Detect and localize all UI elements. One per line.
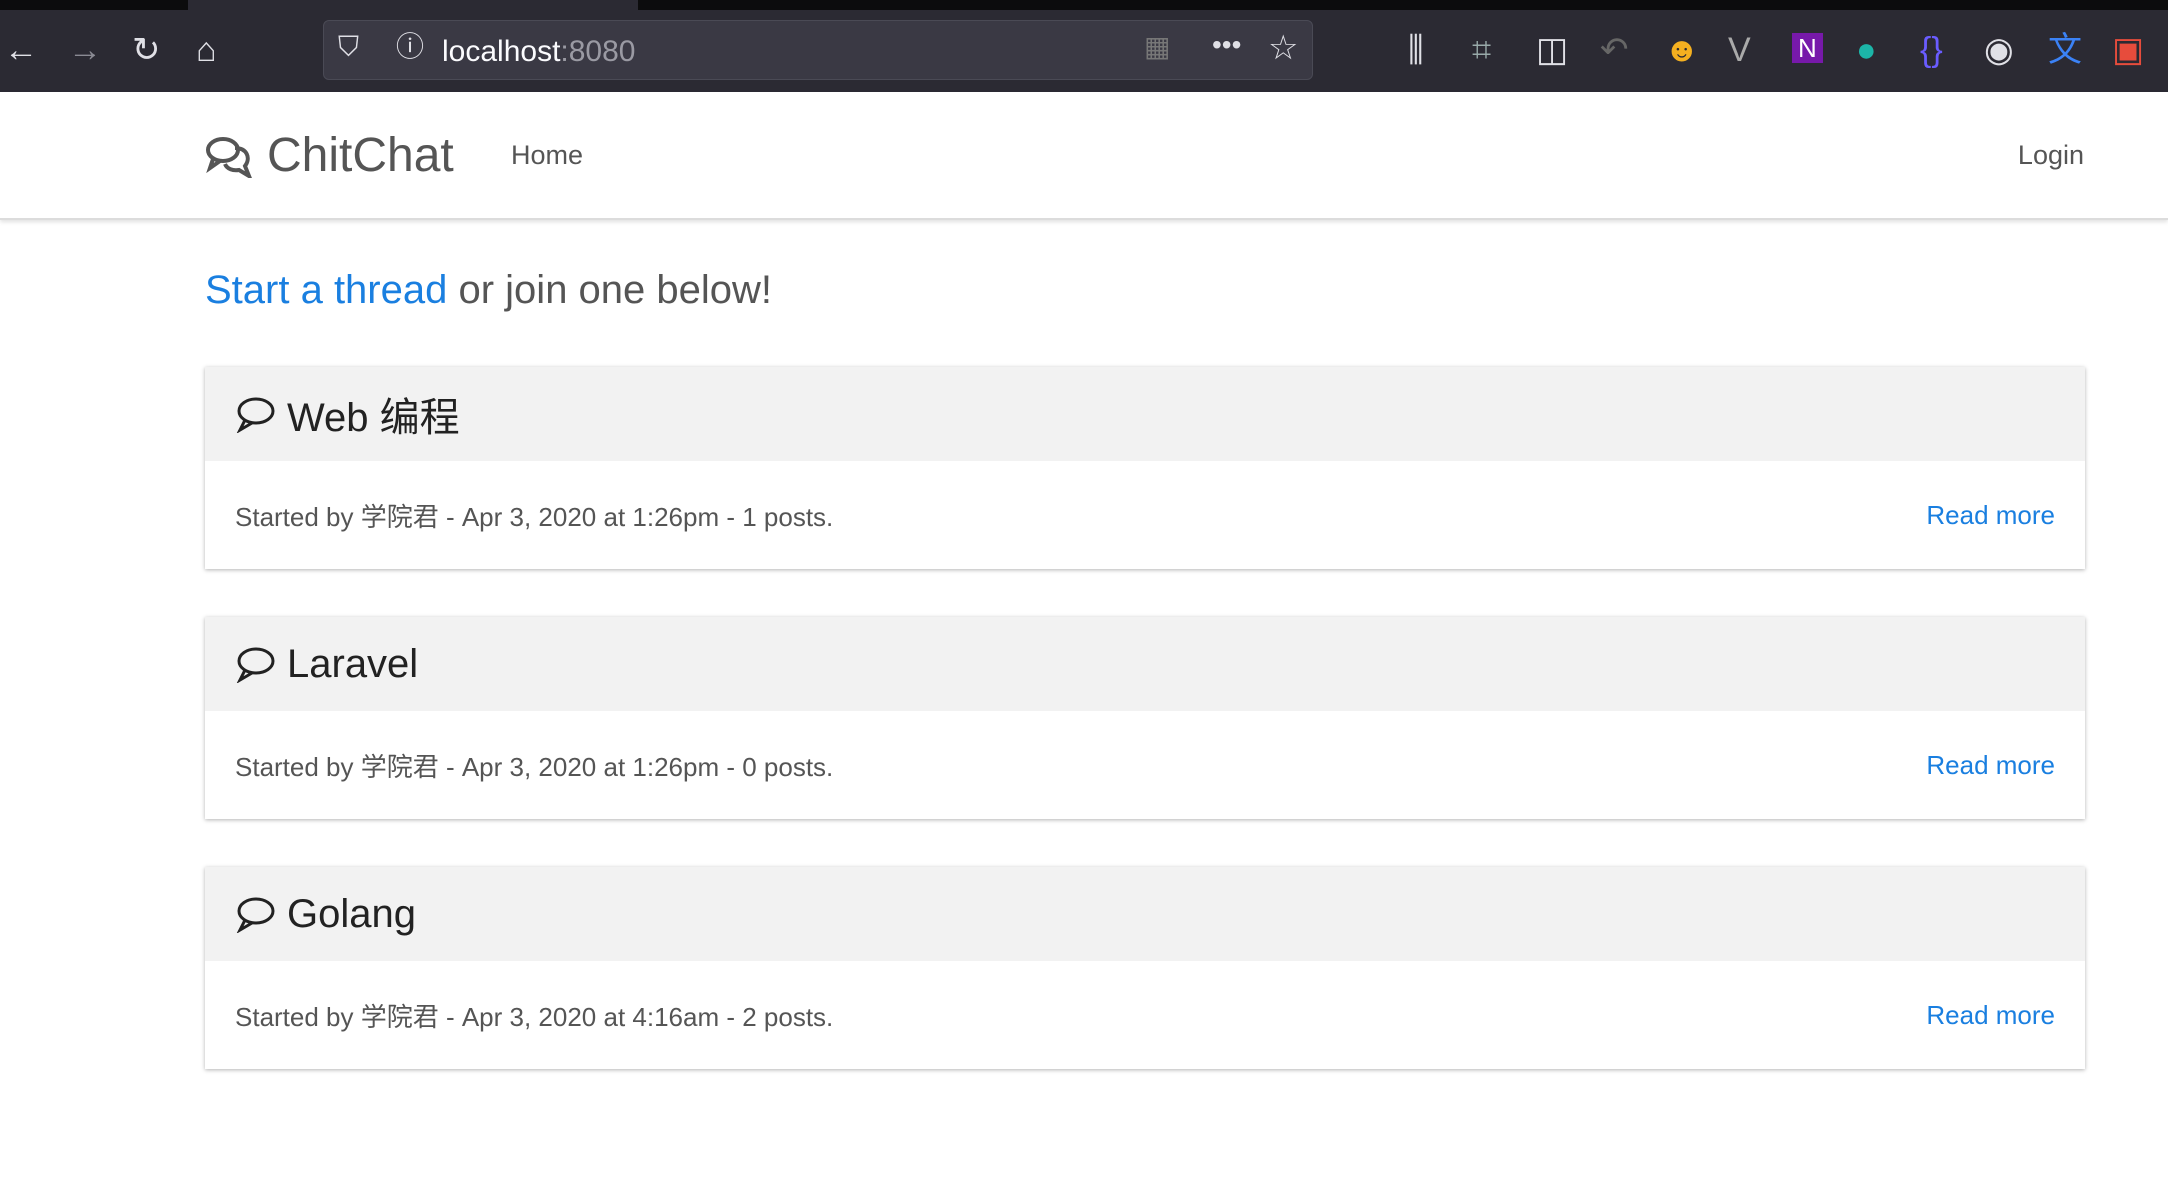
comment-icon bbox=[236, 397, 275, 433]
shield-icon[interactable]: ⛉ bbox=[338, 33, 359, 61]
comment-icon bbox=[236, 897, 275, 933]
browser-toolbar: ← → ↻ ⌂ ⛉ ⓘ localhost:8080 ▦ ••• ☆ ⫼ ⌗ ◫… bbox=[0, 0, 2168, 92]
sidebar-icon[interactable]: ◫ bbox=[1536, 33, 1568, 67]
read-more-link[interactable]: Read more bbox=[1926, 500, 2055, 531]
url-host: localhost bbox=[442, 35, 561, 68]
translate-icon[interactable]: 文 bbox=[2048, 33, 2082, 67]
onenote-icon[interactable]: N bbox=[1792, 33, 1823, 63]
vue-devtools-icon[interactable]: V bbox=[1728, 33, 1751, 67]
comments-icon bbox=[206, 136, 252, 178]
brand-link[interactable]: ChitChat bbox=[205, 128, 454, 183]
page-lead: Start a thread or join one below! bbox=[205, 268, 772, 313]
thread-body: Started by 学院君 - Apr 3, 2020 at 1:26pm -… bbox=[205, 461, 2085, 569]
nav-home-link[interactable]: Home bbox=[511, 140, 583, 171]
navbar: ChitChat Home Login bbox=[0, 92, 2168, 220]
thread-header: Laravel bbox=[205, 617, 2085, 711]
thread-card: Laravel Started by 学院君 - Apr 3, 2020 at … bbox=[205, 617, 2085, 819]
thread-meta: Started by 学院君 - Apr 3, 2020 at 4:16am -… bbox=[235, 1001, 834, 1032]
start-thread-link[interactable]: Start a thread bbox=[205, 268, 447, 312]
account-icon[interactable]: ◉ bbox=[1984, 33, 2014, 67]
comment-icon bbox=[236, 647, 275, 683]
thread-header: Web 编程 bbox=[205, 367, 2085, 461]
thread-card: Web 编程 Started by 学院君 - Apr 3, 2020 at 1… bbox=[205, 367, 2085, 569]
info-icon[interactable]: ⓘ bbox=[396, 33, 424, 61]
read-more-link[interactable]: Read more bbox=[1926, 750, 2055, 781]
thread-body: Started by 学院君 - Apr 3, 2020 at 1:26pm -… bbox=[205, 711, 2085, 819]
bookmark-star-icon[interactable]: ☆ bbox=[1268, 31, 1298, 65]
thread-title: Web 编程 bbox=[287, 396, 460, 440]
lead-text: or join one below! bbox=[447, 268, 773, 312]
address-bar[interactable]: ⛉ ⓘ localhost:8080 ▦ ••• ☆ bbox=[323, 20, 1313, 80]
thread-meta: Started by 学院君 - Apr 3, 2020 at 1:26pm -… bbox=[235, 501, 834, 532]
undo-icon[interactable]: ↶ bbox=[1600, 33, 1629, 67]
reload-icon[interactable]: ↻ bbox=[132, 33, 161, 67]
emoji-extension-icon[interactable]: ☻ bbox=[1664, 33, 1700, 67]
extension-m-icon[interactable]: ● bbox=[1856, 33, 1877, 67]
qr-code-icon[interactable]: ▦ bbox=[1144, 33, 1170, 61]
home-icon[interactable]: ⌂ bbox=[196, 33, 217, 67]
thread-title: Golang bbox=[287, 891, 416, 936]
nav-login-link[interactable]: Login bbox=[2018, 140, 2084, 171]
crop-icon[interactable]: ⌗ bbox=[1472, 33, 1491, 67]
thread-card: Golang Started by 学院君 - Apr 3, 2020 at 4… bbox=[205, 867, 2085, 1069]
extension-gift-icon[interactable]: ▣ bbox=[2112, 33, 2144, 67]
url-text[interactable]: localhost:8080 bbox=[442, 35, 635, 69]
library-icon[interactable]: ⫼ bbox=[1408, 33, 1424, 67]
thread-meta: Started by 学院君 - Apr 3, 2020 at 1:26pm -… bbox=[235, 751, 834, 782]
brand-name: ChitChat bbox=[267, 129, 454, 182]
browser-tab[interactable] bbox=[188, 0, 638, 10]
thread-header: Golang bbox=[205, 867, 2085, 961]
thread-body: Started by 学院君 - Apr 3, 2020 at 4:16am -… bbox=[205, 961, 2085, 1069]
tab-strip bbox=[0, 0, 2168, 10]
url-port: :8080 bbox=[560, 35, 636, 68]
forward-icon[interactable]: → bbox=[68, 33, 102, 67]
back-icon[interactable]: ← bbox=[4, 33, 38, 67]
extension-brace-icon[interactable]: {} bbox=[1920, 33, 1943, 67]
read-more-link[interactable]: Read more bbox=[1926, 1000, 2055, 1031]
more-icon[interactable]: ••• bbox=[1212, 31, 1241, 59]
thread-title: Laravel bbox=[287, 641, 419, 686]
